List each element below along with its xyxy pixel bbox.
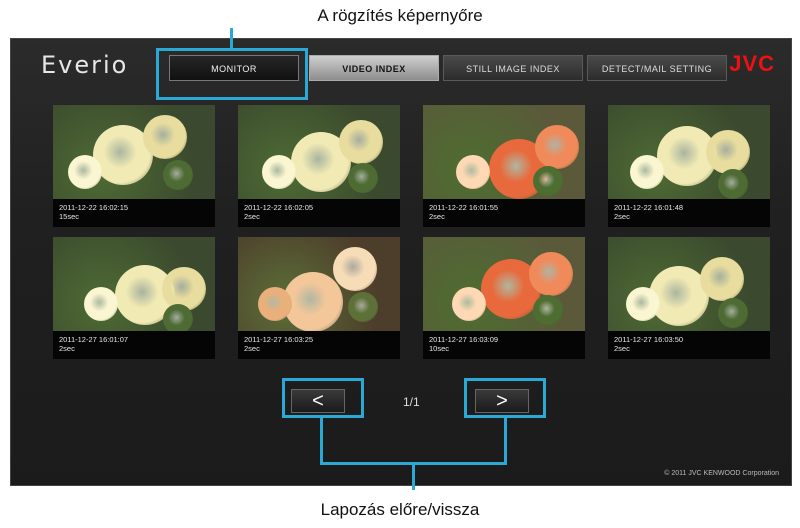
thumbnail-datetime: 2011-12-27 16:03:50 [614, 335, 684, 344]
flower-shape [718, 169, 748, 199]
flower-shape [283, 272, 343, 331]
thumbnail-duration: 10sec [429, 344, 450, 353]
thumbnail-image[interactable] [53, 237, 215, 331]
thumbnail-caption: 2011-12-22 16:01:55 2sec [423, 199, 585, 227]
thumbnail-caption: 2011-12-22 16:01:48 2sec [608, 199, 770, 227]
everio-screen: Everio JVC MONITOR VIDEO INDEX STILL IMA… [10, 38, 792, 486]
flower-shape [348, 292, 378, 322]
flower-shape [333, 247, 377, 291]
thumbnail-item[interactable]: 2011-12-22 16:01:55 2sec [423, 105, 585, 227]
flower-shape [626, 287, 660, 321]
thumbnail-item[interactable]: 2011-12-27 16:03:25 2sec [238, 237, 400, 359]
thumbnail-caption: 2011-12-22 16:02:15 15sec [53, 199, 215, 227]
thumbnail-datetime: 2011-12-27 16:01:07 [59, 335, 129, 344]
thumbnail-caption: 2011-12-27 16:03:25 2sec [238, 331, 400, 359]
thumbnail-datetime: 2011-12-22 16:02:05 [244, 203, 314, 212]
flower-shape [163, 160, 193, 190]
thumbnail-datetime: 2011-12-22 16:01:48 [614, 203, 684, 212]
thumbnail-image[interactable] [238, 237, 400, 331]
thumbnail-caption: 2011-12-27 16:03:50 2sec [608, 331, 770, 359]
flower-shape [718, 298, 748, 328]
jvc-logo: JVC [729, 51, 775, 76]
flower-shape [143, 115, 187, 159]
thumbnail-caption: 2011-12-27 16:03:09 10sec [423, 331, 585, 359]
thumbnail-datetime: 2011-12-27 16:03:25 [244, 335, 314, 344]
thumbnail-image[interactable] [423, 237, 585, 331]
thumbnail-duration: 2sec [429, 212, 445, 221]
flower-shape [535, 125, 579, 169]
flower-shape [706, 130, 750, 174]
tab-still-image-index[interactable]: STILL IMAGE INDEX [443, 55, 583, 81]
page-indicator: 1/1 [403, 395, 420, 409]
flower-shape [533, 295, 563, 325]
thumbnail-duration: 2sec [59, 344, 75, 353]
thumbnail-item[interactable]: 2011-12-22 16:01:48 2sec [608, 105, 770, 227]
flower-shape [68, 155, 102, 189]
annotation-pager: Lapozás előre/vissza [320, 500, 480, 519]
thumbnail-datetime: 2011-12-27 16:03:09 [429, 335, 499, 344]
thumbnail-duration: 2sec [614, 212, 630, 221]
flower-shape [163, 304, 193, 331]
next-callout-line [504, 418, 507, 464]
flower-shape [339, 120, 383, 164]
flower-shape [700, 257, 744, 301]
flower-shape [262, 155, 296, 189]
prev-callout-line [320, 418, 323, 464]
thumbnail-datetime: 2011-12-22 16:02:15 [59, 203, 129, 212]
thumbnail-caption: 2011-12-27 16:01:07 2sec [53, 331, 215, 359]
thumbnail-image[interactable] [608, 105, 770, 199]
flower-shape [529, 252, 573, 296]
thumbnail-duration: 2sec [614, 344, 630, 353]
thumbnail-image[interactable] [423, 105, 585, 199]
flower-shape [258, 287, 292, 321]
thumbnail-caption: 2011-12-22 16:02:05 2sec [238, 199, 400, 227]
flower-shape [452, 287, 486, 321]
flower-shape [630, 155, 664, 189]
thumbnail-duration: 2sec [244, 344, 260, 353]
monitor-callout-line [230, 28, 233, 50]
flower-shape [533, 166, 563, 196]
next-highlight [464, 378, 546, 418]
thumbnail-item[interactable]: 2011-12-27 16:01:07 2sec [53, 237, 215, 359]
thumbnail-image[interactable] [608, 237, 770, 331]
tab-video-index[interactable]: VIDEO INDEX [309, 55, 439, 81]
thumbnail-datetime: 2011-12-22 16:01:55 [429, 203, 499, 212]
annotation-monitor: A rögzítés képernyőre [317, 6, 483, 25]
thumbnail-duration: 15sec [59, 212, 80, 221]
tab-detect-mail-setting[interactable]: DETECT/MAIL SETTING [587, 55, 727, 81]
thumbnail-image[interactable] [238, 105, 400, 199]
thumbnail-duration: 2sec [244, 212, 260, 221]
flower-shape [84, 287, 118, 321]
brand-logo: Everio [41, 51, 129, 79]
thumbnail-item[interactable]: 2011-12-22 16:02:15 15sec [53, 105, 215, 227]
thumbnail-item[interactable]: 2011-12-27 16:03:50 2sec [608, 237, 770, 359]
flower-shape [456, 155, 490, 189]
pager-callout-stem [412, 462, 415, 490]
copyright-text: © 2011 JVC KENWOOD Corporation [664, 470, 779, 477]
flower-shape [348, 163, 378, 193]
thumbnail-image[interactable] [53, 105, 215, 199]
thumbnail-item[interactable]: 2011-12-22 16:02:05 2sec [238, 105, 400, 227]
thumbnail-item[interactable]: 2011-12-27 16:03:09 10sec [423, 237, 585, 359]
monitor-highlight [156, 48, 308, 100]
prev-highlight [282, 378, 364, 418]
